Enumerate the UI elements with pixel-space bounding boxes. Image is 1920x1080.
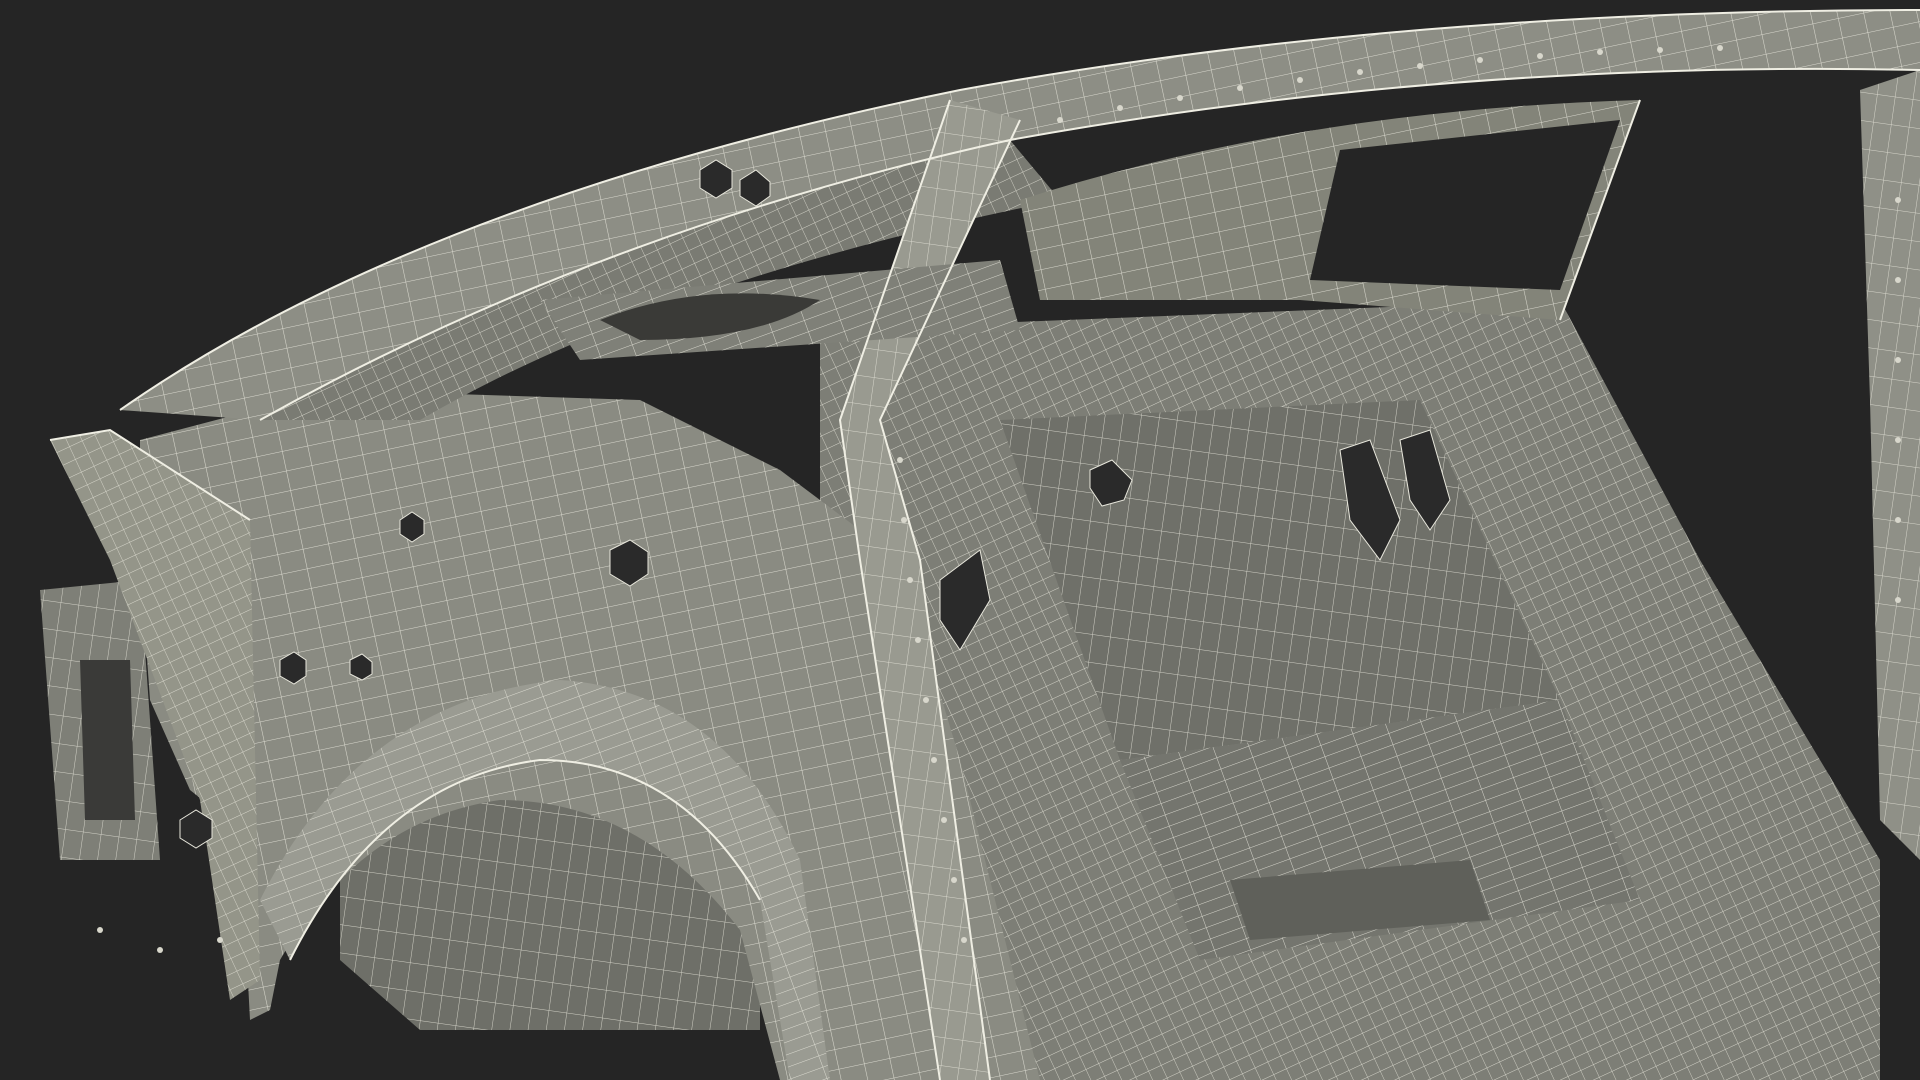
- car-frame-wireframe: [40, 9, 1920, 1080]
- render-viewport: [0, 0, 1920, 1080]
- rear-end-panel: [40, 430, 260, 1000]
- b-pillar: [1860, 70, 1920, 860]
- rear-window-frame: [1020, 100, 1640, 320]
